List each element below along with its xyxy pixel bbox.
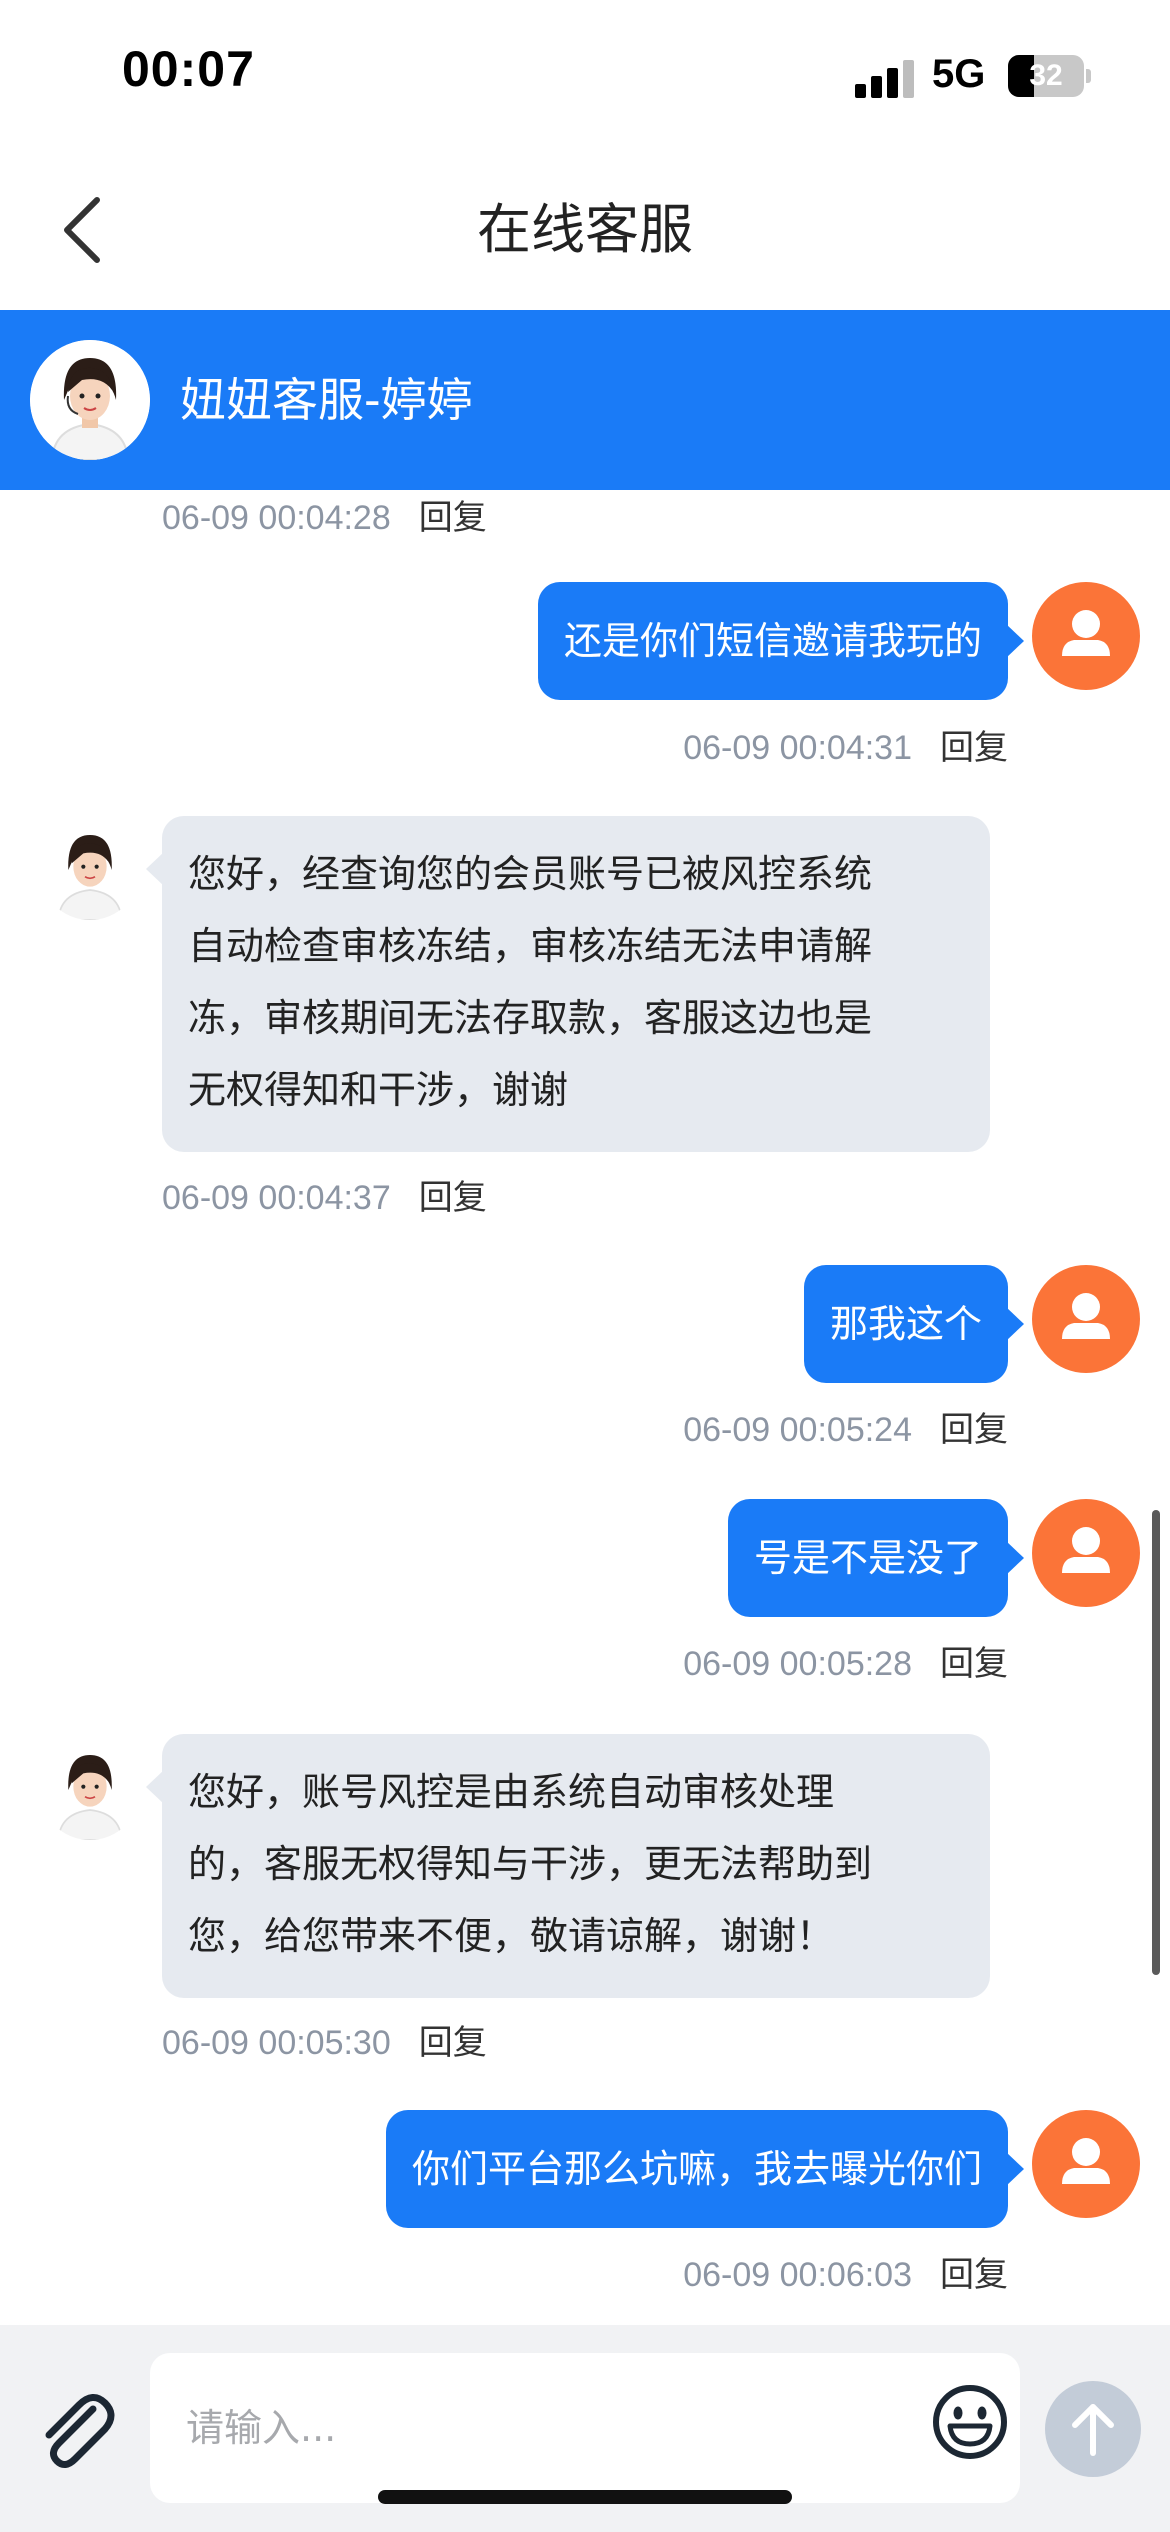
user-icon: [1062, 610, 1110, 656]
signal-icon: [855, 58, 915, 98]
message-time: 06-09 00:04:37: [162, 1179, 391, 1217]
user-avatar[interactable]: [1032, 582, 1140, 690]
message-line: 无权得知和干涉，谢谢: [188, 1068, 569, 1112]
user-icon: [1062, 1293, 1110, 1339]
message-meta: 06-09 00:05:30 回复: [162, 2015, 487, 2064]
battery-tip: [1086, 69, 1091, 83]
message-line: 自动检查审核冻结，审核冻结无法申请解: [188, 924, 873, 968]
user-message-bubble: 还是你们短信邀请我玩的: [537, 582, 1025, 700]
message-meta: 06-09 00:05:28 回复: [683, 1636, 1008, 1685]
home-indicator[interactable]: [378, 2490, 792, 2504]
message-time: 06-09 00:06:03: [683, 2256, 912, 2294]
attach-button[interactable]: [35, 2385, 115, 2475]
message-line: 您好，经查询您的会员账号已被风控系统: [188, 852, 873, 896]
message-meta: 06-09 00:06:03 回复: [683, 2247, 1008, 2296]
page-title: 在线客服: [477, 198, 693, 261]
message-text: 你们平台那么坑嘛，我去曝光你们: [411, 2147, 982, 2191]
agent-name: 妞妞客服-婷婷: [180, 373, 473, 427]
message-text: 号是不是没了: [753, 1536, 982, 1580]
reply-link[interactable]: 回复: [419, 2023, 487, 2063]
user-avatar[interactable]: [1032, 1499, 1140, 1607]
message-text: 那我这个: [829, 1302, 982, 1346]
user-icon: [1062, 2138, 1110, 2184]
emoji-button[interactable]: [930, 2382, 1010, 2462]
user-avatar[interactable]: [1032, 2110, 1140, 2218]
status-time: 00:07: [122, 41, 255, 97]
reply-link[interactable]: 回复: [419, 1178, 487, 1218]
reply-link[interactable]: 回复: [940, 1410, 1008, 1450]
agent-bar: 妞妞客服-婷婷: [0, 310, 1170, 490]
agent-avatar[interactable]: [30, 340, 150, 460]
user-icon: [1062, 1527, 1110, 1573]
user-message-bubble: 号是不是没了: [727, 1499, 1025, 1617]
attach-icon: [45, 2394, 115, 2468]
message-line: 的，客服无权得知与干涉，更无法帮助到: [188, 1842, 873, 1886]
user-message-bubble: 你们平台那么坑嘛，我去曝光你们: [385, 2110, 1025, 2228]
network-type: 5G: [932, 52, 986, 96]
agent-message-bubble: 您好，经查询您的会员账号已被风控系统 自动检查审核冻结，审核冻结无法申请解 冻，…: [146, 816, 990, 1152]
user-avatar[interactable]: [1032, 1265, 1140, 1373]
chat-scrollbar[interactable]: [1152, 1510, 1160, 1975]
message-time: 06-09 00:04:31: [683, 729, 912, 767]
emoji-icon: [933, 2385, 1007, 2459]
user-message-bubble: 那我这个: [803, 1265, 1025, 1383]
reply-link[interactable]: 回复: [940, 2255, 1008, 2295]
message-time: 06-09 00:05:24: [683, 1411, 912, 1449]
nav-header: 在线客服: [0, 150, 1170, 310]
agent-avatar-small[interactable]: [40, 820, 140, 920]
reply-link[interactable]: 回复: [940, 728, 1008, 768]
message-meta: 06-09 00:04:28 回复: [162, 490, 487, 539]
message-line: 您，给您带来不便，敬请谅解，谢谢！: [188, 1914, 835, 1958]
battery-level: 32: [1029, 59, 1063, 92]
message-time: 06-09 00:04:28: [162, 499, 391, 537]
message-text: 还是你们短信邀请我玩的: [563, 619, 982, 663]
agent-message-bubble: 您好，账号风控是由系统自动审核处理 的，客服无权得知与干涉，更无法帮助到 您，给…: [146, 1734, 990, 1998]
message-time: 06-09 00:05:28: [683, 1645, 912, 1683]
send-button[interactable]: [1045, 2381, 1141, 2477]
message-meta: 06-09 00:05:24 回复: [683, 1402, 1008, 1451]
reply-link[interactable]: 回复: [419, 498, 487, 538]
battery-icon: 32: [1008, 55, 1084, 97]
message-meta: 06-09 00:04:37 回复: [162, 1170, 487, 1219]
chat-area[interactable]: 06-09 00:04:28 回复 还是你们短信邀请我玩的 06-09 00:04…: [0, 490, 1170, 2325]
message-line: 您好，账号风控是由系统自动审核处理: [188, 1770, 835, 1814]
message-time: 06-09 00:05:30: [162, 2024, 391, 2062]
message-line: 冻，审核期间无法存取款，客服这边也是: [188, 996, 873, 1040]
reply-link[interactable]: 回复: [940, 1644, 1008, 1684]
agent-avatar-small[interactable]: [40, 1740, 140, 1840]
message-meta: 06-09 00:04:31 回复: [683, 720, 1008, 769]
message-input[interactable]: [150, 2353, 1020, 2503]
status-bar: 00:07 5G 32: [0, 0, 1170, 150]
send-arrow-icon: [1072, 2404, 1114, 2456]
